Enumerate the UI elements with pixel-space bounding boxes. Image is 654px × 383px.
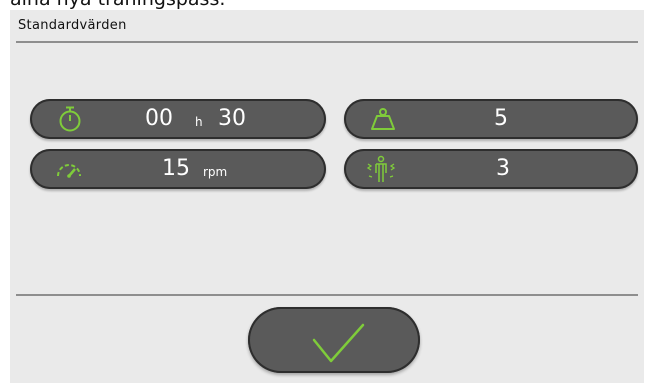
weight-setting[interactable]: 5 xyxy=(344,99,638,139)
spasm-level-value: 3 xyxy=(496,156,510,181)
default-values-panel: Standardvärden 00 h 30 5 15 rpm 3 xyxy=(10,10,644,383)
spasm-person-icon xyxy=(366,155,396,182)
duration-setting[interactable]: 00 h 30 xyxy=(30,99,326,139)
bottom-divider xyxy=(16,294,638,296)
weight-icon xyxy=(371,108,395,130)
speedometer-icon xyxy=(57,164,81,178)
speed-setting[interactable]: 15 rpm xyxy=(30,149,326,189)
confirm-button[interactable] xyxy=(248,307,420,373)
speed-unit: rpm xyxy=(203,165,228,179)
checkmark-icon xyxy=(312,323,365,363)
duration-hours-value: 00 xyxy=(145,106,173,131)
spasm-level-setting[interactable]: 3 xyxy=(344,149,638,189)
top-instruction-text: aina nya träningspass. xyxy=(10,0,225,10)
stopwatch-icon xyxy=(59,106,81,132)
panel-title: Standardvärden xyxy=(18,18,127,33)
speed-value: 15 xyxy=(162,156,190,181)
duration-minutes-value: 30 xyxy=(218,106,246,131)
top-divider xyxy=(16,41,638,43)
duration-hours-unit: h xyxy=(195,115,203,129)
weight-value: 5 xyxy=(494,106,508,131)
